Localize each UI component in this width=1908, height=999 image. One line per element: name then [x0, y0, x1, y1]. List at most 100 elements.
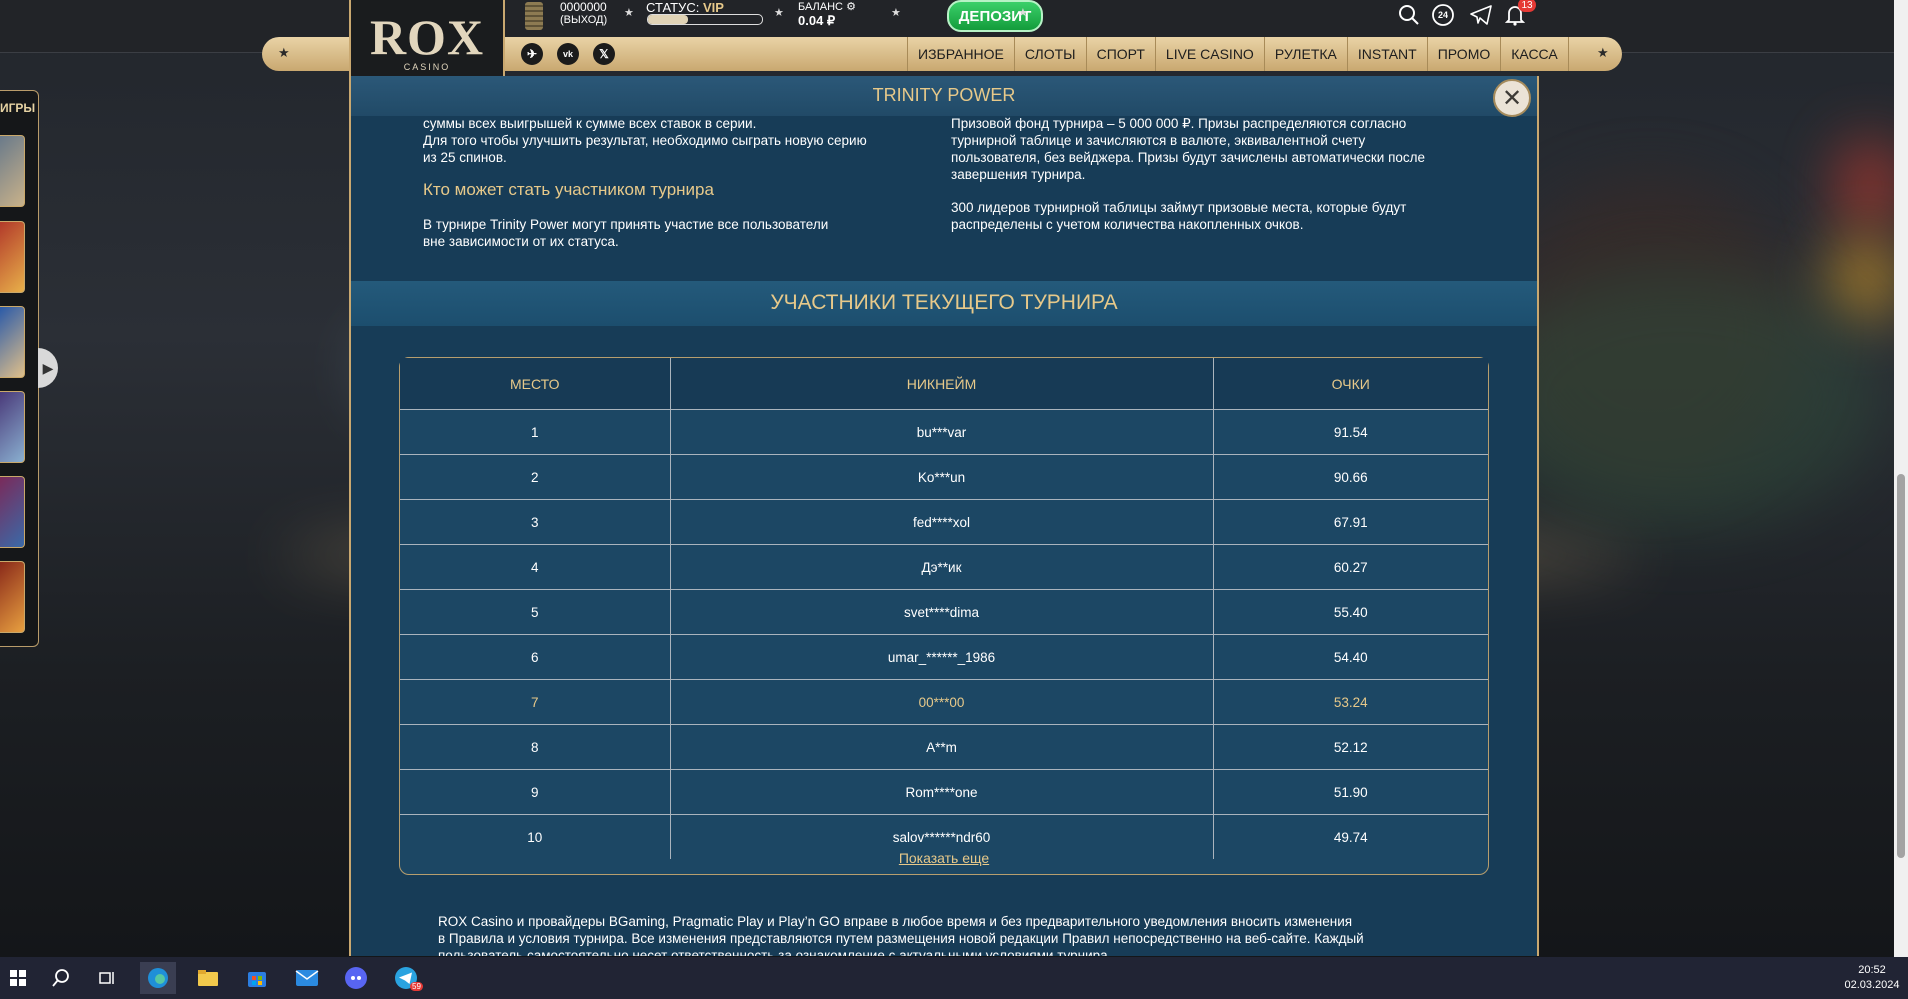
cell-place: 3 — [400, 499, 670, 545]
telegram-icon[interactable]: ✈ — [521, 43, 543, 65]
table-row: 8 A**m 52.12 — [400, 724, 1488, 770]
tournament-modal: TRINITY POWER ✕ суммы всех выигрышей к с… — [349, 76, 1539, 956]
column-header-nickname: НИКНЕЙМ — [669, 358, 1213, 410]
telegram-app-icon[interactable]: 59 — [388, 962, 424, 994]
vk-icon[interactable]: vk — [557, 43, 579, 65]
nav-item-cashier[interactable]: КАССА — [1500, 37, 1569, 71]
prize-text: турнирной таблице и зачисляются в валюте… — [951, 133, 1366, 148]
disclaimer-text: ROX Casino и провайдеры BGaming, Pragmat… — [438, 914, 1353, 929]
cell-place: 2 — [400, 454, 670, 500]
cell-points: 53.24 — [1212, 679, 1488, 725]
balance-value: 0.04 ₽ — [798, 13, 836, 28]
telegram-header-icon[interactable] — [1468, 2, 1494, 28]
nav-item-live-casino[interactable]: LIVE CASINO — [1154, 37, 1264, 71]
clock[interactable]: 20:52 02.03.2024 — [1840, 963, 1904, 993]
star-icon: ★ — [1018, 7, 1028, 19]
rules-text: суммы всех выигрышей к сумме всех ставок… — [423, 116, 757, 131]
game-thumb[interactable] — [0, 306, 25, 378]
x-twitter-icon[interactable]: 𝕏 — [593, 43, 615, 65]
prize-text: Призовой фонд турнира – 5 000 000 ₽. При… — [951, 116, 1407, 131]
game-thumb[interactable] — [0, 135, 25, 207]
prize-text: пользователя, без вейджера. Призы будут … — [951, 150, 1426, 165]
file-explorer-icon[interactable] — [190, 962, 226, 994]
status-value: VIP — [702, 0, 724, 15]
table-row: 4 Дэ**ик 60.27 — [400, 544, 1488, 590]
chips-icon — [525, 2, 543, 30]
leaderboard-table: МЕСТО НИКНЕЙМ ОЧКИ 1 bu***var 91.54 2 Ko***u… — [399, 357, 1489, 875]
cell-place: 5 — [400, 589, 670, 635]
task-view-icon[interactable] — [90, 962, 126, 994]
cell-place: 7 — [400, 679, 670, 725]
cell-place: 1 — [400, 409, 670, 455]
cell-nickname: svet****dima — [669, 589, 1213, 635]
table-row: 9 Rom****one 51.90 — [400, 769, 1488, 815]
cell-nickname: Ko***un — [669, 454, 1213, 500]
status-progress-bar — [647, 14, 763, 25]
nav-item-promo[interactable]: ПРОМО — [1426, 37, 1501, 71]
logout-link[interactable]: (ВЫХОД) — [560, 14, 607, 44]
cell-place: 4 — [400, 544, 670, 590]
star-icon: ★ — [278, 45, 290, 60]
windows-start-icon[interactable] — [0, 962, 36, 994]
support-24-icon[interactable]: 24 — [1430, 2, 1456, 28]
star-icon: ★ — [1597, 45, 1609, 60]
cell-nickname: fed****xol — [669, 499, 1213, 545]
table-header-row: МЕСТО НИКНЕЙМ ОЧКИ — [400, 358, 1488, 410]
coin-icon: ⚙ — [846, 1, 856, 13]
who-can-participate-text: В турнире Trinity Power могут принять уч… — [423, 217, 829, 232]
notifications-badge: 13 — [1518, 0, 1536, 12]
table-row: 1 bu***var 91.54 — [400, 409, 1488, 455]
support-label: 24 — [1437, 10, 1448, 20]
game-thumb[interactable] — [0, 391, 25, 463]
clock-time: 20:52 — [1858, 964, 1886, 976]
table-row: 6 umar_******_1986 54.40 — [400, 634, 1488, 680]
status-progress-fill — [648, 15, 688, 24]
chevron-right-icon: ▶ — [42, 359, 54, 376]
column-header-place: МЕСТО — [400, 358, 670, 410]
prize-text: завершения турнира. — [951, 167, 1086, 182]
logo[interactable]: ROX CASINO — [349, 0, 505, 88]
cell-place: 9 — [400, 769, 670, 815]
cell-nickname: A**m — [669, 724, 1213, 770]
discord-icon[interactable] — [338, 962, 374, 994]
microsoft-store-icon[interactable] — [239, 962, 275, 994]
nav-item-roulette[interactable]: РУЛЕТКА — [1263, 37, 1347, 71]
nav-item-favorites[interactable]: ИЗБРАННОЕ — [907, 37, 1014, 71]
windows-taskbar: 59 20:52 02.03.2024 — [0, 957, 1908, 999]
modal-title: TRINITY POWER — [872, 85, 1016, 105]
star-icon: ★ — [774, 7, 784, 19]
game-thumb[interactable] — [0, 221, 25, 293]
rules-text: из 25 спинов. — [423, 150, 507, 165]
cell-nickname: Rom****one — [669, 769, 1213, 815]
sidebar-title: ИГРЫ — [0, 101, 36, 115]
cell-points: 60.27 — [1212, 544, 1488, 590]
nav-menu: ИЗБРАННОЕ СЛОТЫ СПОРТ LIVE CASINO РУЛЕТК… — [907, 37, 1569, 71]
mail-icon[interactable] — [289, 962, 325, 994]
logo-text: ROX — [369, 9, 485, 65]
cell-nickname: Дэ**ик — [669, 544, 1213, 590]
page-scrollbar-thumb[interactable] — [1897, 474, 1905, 858]
search-icon[interactable] — [43, 962, 79, 994]
search-icon[interactable] — [1396, 2, 1422, 28]
nav-item-slots[interactable]: СЛОТЫ — [1013, 37, 1086, 71]
deposit-button[interactable]: ДЕПОЗИТ — [947, 0, 1043, 32]
cell-points: 51.90 — [1212, 769, 1488, 815]
cell-points: 55.40 — [1212, 589, 1488, 635]
clock-date: 02.03.2024 — [1844, 979, 1900, 991]
close-icon: ✕ — [1501, 84, 1523, 112]
close-button[interactable]: ✕ — [1493, 79, 1531, 117]
show-more-link[interactable]: Показать еще — [400, 850, 1488, 866]
nav-item-sport[interactable]: СПОРТ — [1085, 37, 1155, 71]
game-thumb[interactable] — [0, 561, 25, 633]
who-can-participate-heading: Кто может стать участником турнира — [423, 180, 714, 199]
table-row: 7 00***00 53.24 — [400, 679, 1488, 725]
prize-text: распределены с учетом количества накопле… — [951, 217, 1304, 232]
edge-browser-icon[interactable] — [140, 962, 176, 994]
logo-subtitle: CASINO — [403, 62, 451, 72]
cell-nickname: 00***00 — [669, 679, 1213, 725]
cell-points: 54.40 — [1212, 634, 1488, 680]
game-thumb[interactable] — [0, 476, 25, 548]
cell-place: 8 — [400, 724, 670, 770]
nav-item-instant[interactable]: INSTANT — [1346, 37, 1427, 71]
participants-title: УЧАСТНИКИ ТЕКУЩЕГО ТУРНИРА — [770, 291, 1118, 314]
